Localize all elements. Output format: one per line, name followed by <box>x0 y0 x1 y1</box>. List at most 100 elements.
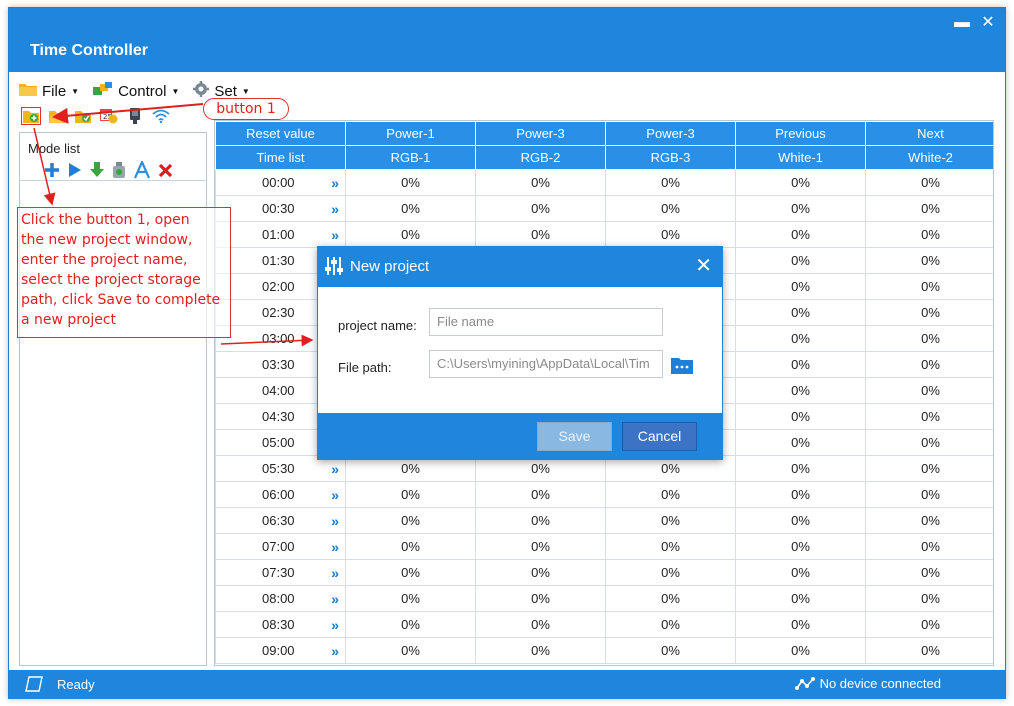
header-cell[interactable]: Time list <box>215 145 346 170</box>
header-cell[interactable]: Power-3 <box>475 121 606 146</box>
value-cell[interactable]: 0% <box>735 455 866 482</box>
value-cell[interactable]: 0% <box>345 611 476 638</box>
expand-row-icon[interactable]: » <box>331 227 339 243</box>
browse-folder-button[interactable] <box>671 356 693 377</box>
value-cell[interactable]: 0% <box>735 273 866 300</box>
menu-file[interactable]: File ▼ <box>19 82 79 100</box>
value-cell[interactable]: 0% <box>865 429 993 456</box>
wifi-button[interactable] <box>151 107 171 125</box>
value-cell[interactable]: 0% <box>345 195 476 222</box>
value-cell[interactable]: 0% <box>605 507 736 534</box>
value-cell[interactable]: 0% <box>605 559 736 586</box>
expand-row-icon[interactable]: » <box>331 539 339 555</box>
header-cell[interactable]: Next <box>865 121 993 146</box>
expand-row-icon[interactable]: » <box>331 487 339 503</box>
value-cell[interactable]: 0% <box>475 507 606 534</box>
value-cell[interactable]: 0% <box>865 195 993 222</box>
open-project-button[interactable] <box>47 107 67 125</box>
new-project-button[interactable] <box>21 107 41 125</box>
header-cell[interactable]: White-1 <box>735 145 866 170</box>
value-cell[interactable]: 0% <box>865 585 993 612</box>
value-cell[interactable]: 0% <box>865 377 993 404</box>
value-cell[interactable]: 0% <box>345 169 476 196</box>
value-cell[interactable]: 0% <box>865 481 993 508</box>
value-cell[interactable]: 0% <box>735 299 866 326</box>
value-cell[interactable]: 0% <box>475 637 606 664</box>
value-cell[interactable]: 0% <box>735 507 866 534</box>
value-cell[interactable]: 0% <box>735 611 866 638</box>
value-cell[interactable]: 0% <box>475 533 606 560</box>
value-cell[interactable]: 0% <box>865 325 993 352</box>
minimize-button[interactable]: ▬ <box>951 13 973 33</box>
value-cell[interactable]: 0% <box>345 221 476 248</box>
value-cell[interactable]: 0% <box>345 637 476 664</box>
header-cell[interactable]: White-2 <box>865 145 993 170</box>
value-cell[interactable]: 0% <box>345 585 476 612</box>
value-cell[interactable]: 0% <box>475 221 606 248</box>
value-cell[interactable]: 0% <box>735 559 866 586</box>
import-button[interactable] <box>73 107 93 125</box>
play-mode-button[interactable] <box>68 162 82 178</box>
header-cell[interactable]: Previous <box>735 121 866 146</box>
value-cell[interactable]: 0% <box>345 559 476 586</box>
device-button[interactable] <box>125 107 145 125</box>
close-window-button[interactable]: ✕ <box>977 13 999 33</box>
value-cell[interactable]: 0% <box>345 533 476 560</box>
value-cell[interactable]: 0% <box>475 611 606 638</box>
expand-row-icon[interactable]: » <box>331 201 339 217</box>
value-cell[interactable]: 0% <box>475 559 606 586</box>
delete-mode-button[interactable] <box>158 163 173 178</box>
clear-mode-button[interactable] <box>112 162 126 178</box>
dialog-close-button[interactable]: ✕ <box>695 253 712 278</box>
cancel-button[interactable]: Cancel <box>622 422 697 451</box>
add-mode-button[interactable] <box>44 162 60 178</box>
value-cell[interactable]: 0% <box>865 611 993 638</box>
value-cell[interactable]: 0% <box>605 611 736 638</box>
value-cell[interactable]: 0% <box>865 637 993 664</box>
value-cell[interactable]: 0% <box>475 195 606 222</box>
value-cell[interactable]: 0% <box>865 221 993 248</box>
header-cell[interactable]: RGB-2 <box>475 145 606 170</box>
value-cell[interactable]: 0% <box>605 533 736 560</box>
value-cell[interactable]: 0% <box>865 273 993 300</box>
expand-row-icon[interactable]: » <box>331 565 339 581</box>
value-cell[interactable]: 0% <box>605 195 736 222</box>
header-cell[interactable]: Power-1 <box>345 121 476 146</box>
value-cell[interactable]: 0% <box>865 533 993 560</box>
value-cell[interactable]: 0% <box>735 351 866 378</box>
menu-control[interactable]: Control ▼ <box>93 82 179 100</box>
value-cell[interactable]: 0% <box>865 559 993 586</box>
header-cell[interactable]: Power-3 <box>605 121 736 146</box>
value-cell[interactable]: 0% <box>865 299 993 326</box>
schedule-button[interactable]: 25 <box>99 107 119 125</box>
value-cell[interactable]: 0% <box>735 429 866 456</box>
expand-row-icon[interactable]: » <box>331 461 339 477</box>
value-cell[interactable]: 0% <box>865 403 993 430</box>
value-cell[interactable]: 0% <box>605 221 736 248</box>
value-cell[interactable]: 0% <box>865 351 993 378</box>
header-cell[interactable]: RGB-1 <box>345 145 476 170</box>
value-cell[interactable]: 0% <box>735 169 866 196</box>
expand-row-icon[interactable]: » <box>331 617 339 633</box>
value-cell[interactable]: 0% <box>735 221 866 248</box>
file-path-input[interactable]: C:\Users\myining\AppData\Local\Tim <box>429 350 663 378</box>
header-cell[interactable]: Reset value <box>215 121 346 146</box>
download-mode-button[interactable] <box>90 162 104 178</box>
project-name-input[interactable]: File name <box>429 308 663 336</box>
value-cell[interactable]: 0% <box>735 195 866 222</box>
save-button[interactable]: Save <box>537 422 612 451</box>
value-cell[interactable]: 0% <box>475 169 606 196</box>
expand-row-icon[interactable]: » <box>331 175 339 191</box>
value-cell[interactable]: 0% <box>475 481 606 508</box>
value-cell[interactable]: 0% <box>345 507 476 534</box>
value-cell[interactable]: 0% <box>475 585 606 612</box>
value-cell[interactable]: 0% <box>865 169 993 196</box>
expand-row-icon[interactable]: » <box>331 591 339 607</box>
value-cell[interactable]: 0% <box>735 325 866 352</box>
value-cell[interactable]: 0% <box>735 585 866 612</box>
value-cell[interactable]: 0% <box>865 247 993 274</box>
value-cell[interactable]: 0% <box>735 377 866 404</box>
expand-row-icon[interactable]: » <box>331 513 339 529</box>
value-cell[interactable]: 0% <box>735 247 866 274</box>
rename-mode-button[interactable] <box>134 161 150 179</box>
